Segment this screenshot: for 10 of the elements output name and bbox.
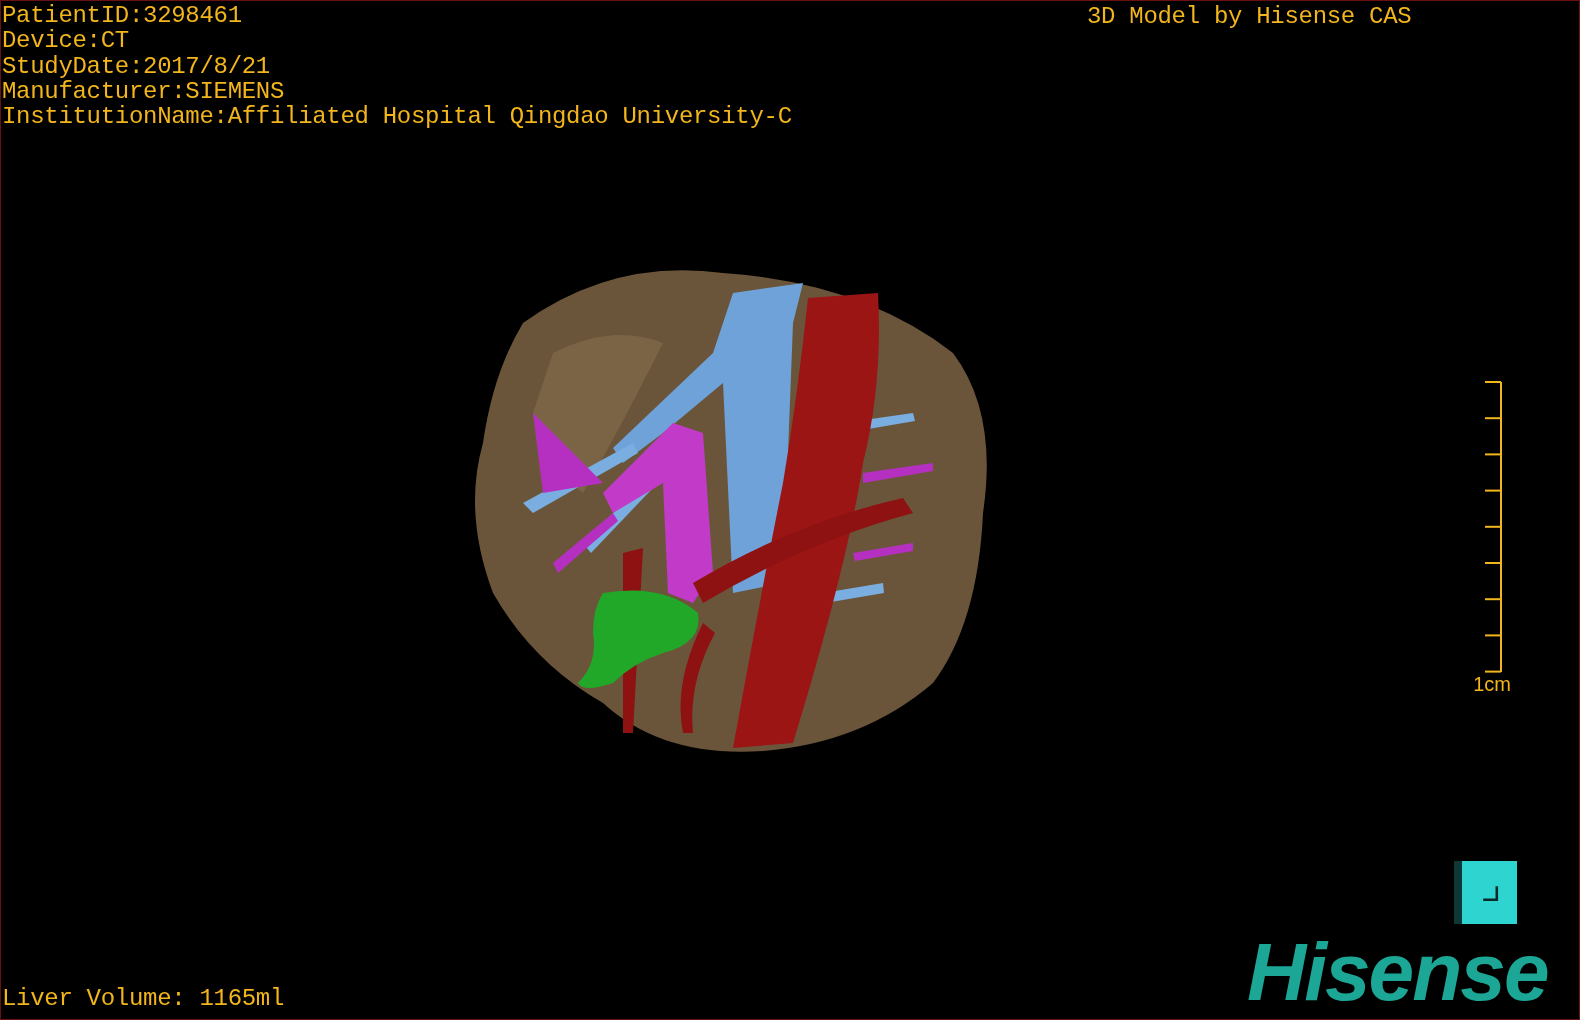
- patient-info-text: PatientID:3298461: [2, 3, 243, 29]
- brand-logo: Hisense: [1247, 931, 1548, 1013]
- caption-text: 3D Model by Hisense CAS: [1087, 4, 1412, 29]
- patient-info-text: InstitutionName:Affiliated Hospital Qingdao University-C: [2, 104, 792, 130]
- patient-info-text: Manufacturer:SIEMENS: [2, 78, 286, 105]
- liver-volume-text: Liver Volume: 1165ml: [2, 986, 285, 1012]
- layout-button[interactable]: [1454, 861, 1517, 924]
- patient-info-text: StudyDate:2017/8/21: [2, 53, 271, 79]
- scale-label: 1cm: [1473, 673, 1511, 695]
- patient-info-text: Device:CT: [2, 28, 130, 54]
